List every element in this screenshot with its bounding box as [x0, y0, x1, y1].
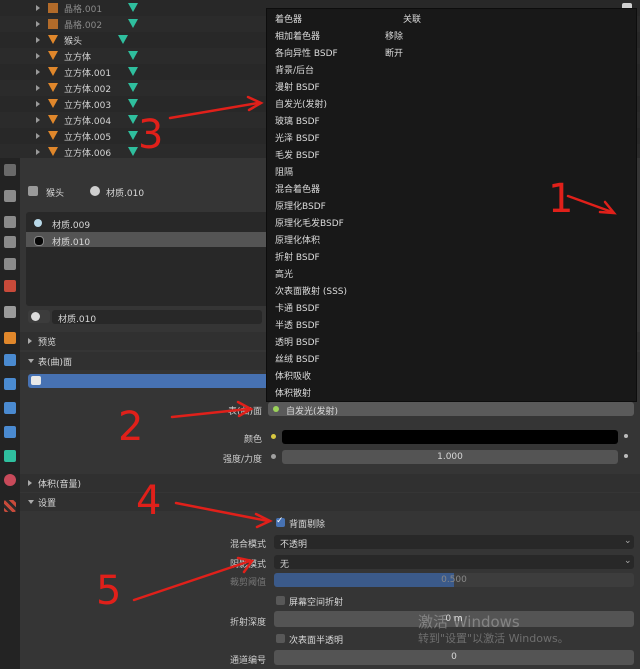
annotation-arrow-3 — [168, 101, 260, 120]
annotation-number-5: 5 — [96, 568, 121, 614]
annotation-overlay: 1 2 3 4 5 — [96, 95, 617, 614]
annotation-arrow-5 — [132, 559, 252, 602]
annotation-number-2: 2 — [118, 404, 143, 450]
annotation-arrow-4 — [174, 501, 270, 523]
annotation-number-4: 4 — [136, 478, 161, 524]
annotation-number-3: 3 — [138, 112, 163, 158]
annotation-arrow-2 — [170, 407, 250, 419]
annotation-number-1: 1 — [548, 176, 573, 222]
